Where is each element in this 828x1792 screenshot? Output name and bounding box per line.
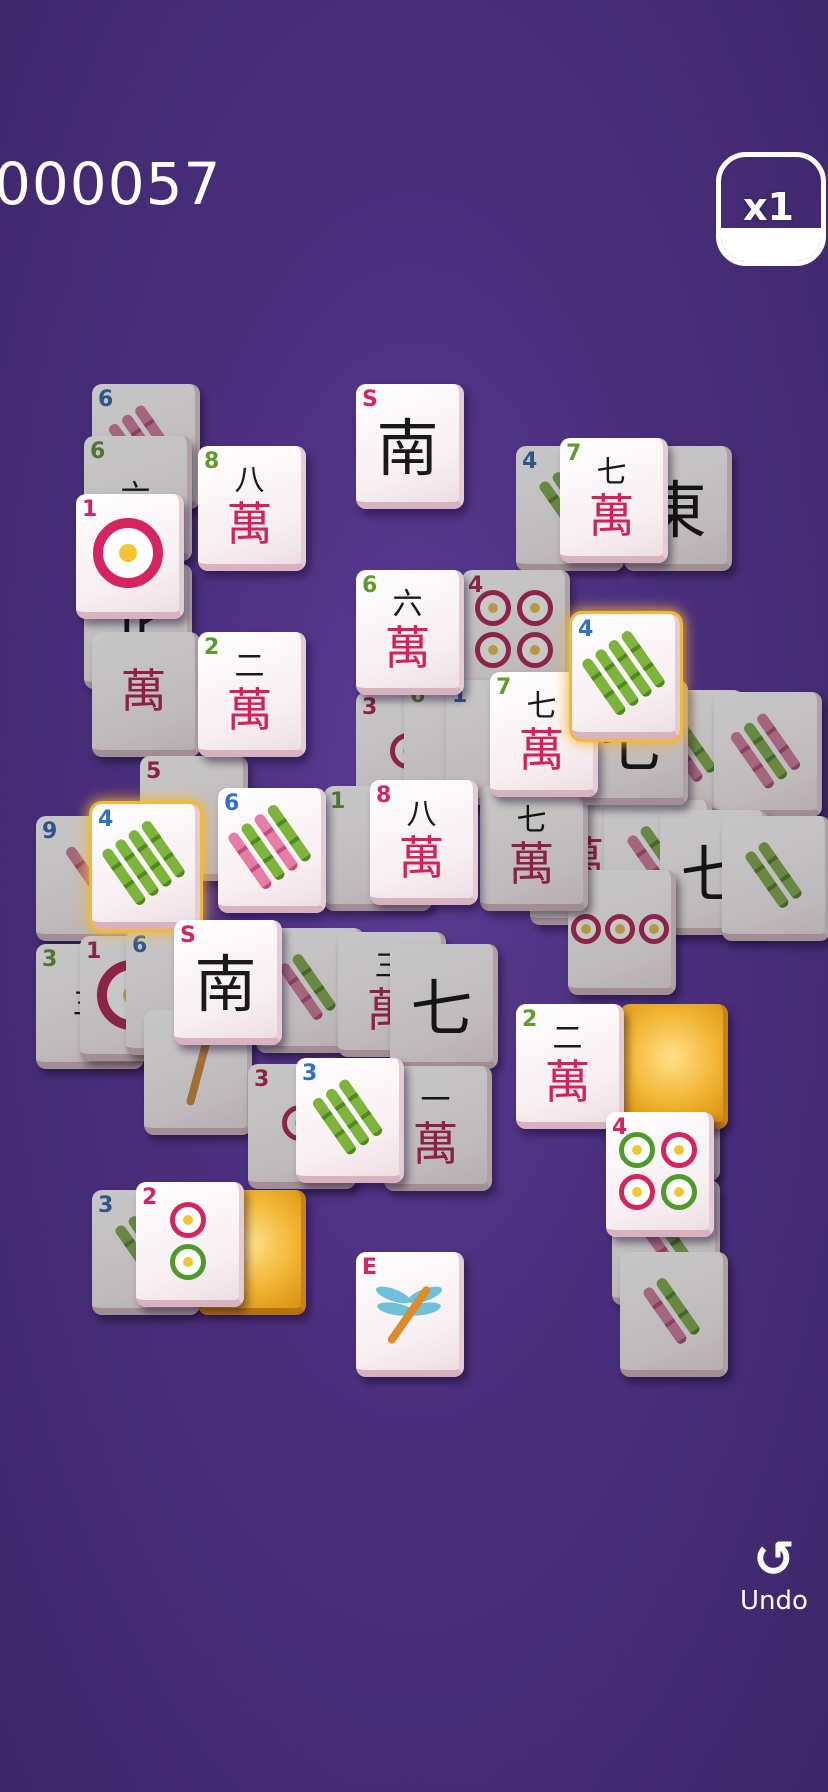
undo-arrow-icon: ↺: [753, 1530, 795, 1588]
mahjong-tile[interactable]: 8 八萬: [370, 780, 478, 905]
tile-character: 六: [392, 587, 423, 622]
undo-button[interactable]: ↺ Undo: [734, 1532, 814, 1622]
mahjong-tile[interactable]: E: [356, 1252, 464, 1377]
tile-character: 二: [552, 1021, 583, 1056]
tile-character: 萬: [226, 683, 273, 737]
mahjong-tile-selected[interactable]: 4: [572, 614, 680, 739]
mahjong-tile[interactable]: [722, 816, 828, 941]
mahjong-tile[interactable]: 2 二萬: [198, 632, 306, 757]
mahjong-tile[interactable]: 萬: [92, 632, 200, 757]
tile-number: 5: [146, 759, 162, 784]
multiplier-badge: x1: [716, 152, 826, 266]
mahjong-tile[interactable]: 6 六萬: [356, 570, 464, 695]
tile-character: 南: [376, 412, 439, 485]
score-counter: 000057: [0, 150, 222, 218]
mahjong-tile[interactable]: 七: [390, 944, 498, 1069]
mahjong-tile[interactable]: 2 3: [296, 1058, 404, 1183]
undo-label: Undo: [740, 1586, 808, 1616]
tile-character: 萬: [518, 723, 565, 777]
tile-character: 七: [596, 455, 627, 490]
tile-character: 八: [234, 463, 265, 498]
mahjong-tile[interactable]: 七萬: [480, 786, 588, 911]
mahjong-tile[interactable]: 7 七萬: [560, 438, 668, 563]
mahjong-tile[interactable]: 2: [136, 1182, 244, 1307]
tile-character: 南: [194, 948, 257, 1021]
multiplier-fill: [721, 227, 821, 261]
mahjong-tile[interactable]: 8 八萬: [198, 446, 306, 571]
tile-number: 1: [330, 789, 346, 814]
dragonfly-icon: [373, 1271, 444, 1351]
multiplier-label: x1: [743, 185, 794, 229]
tile-character: 萬: [588, 489, 635, 543]
mahjong-tile[interactable]: S 南: [174, 920, 282, 1045]
mahjong-tile[interactable]: S 南: [356, 384, 464, 509]
mahjong-tile[interactable]: [620, 1004, 728, 1129]
tile-character: 萬: [226, 497, 273, 551]
tile-character: 萬: [120, 664, 167, 718]
mahjong-tile[interactable]: [620, 1252, 728, 1377]
mahjong-tile[interactable]: 1: [76, 494, 184, 619]
tile-character: 二: [234, 649, 265, 684]
tile-character: 萬: [544, 1055, 591, 1109]
tile-character: 萬: [398, 831, 445, 885]
tile-character: 萬: [384, 621, 431, 675]
mahjong-tile[interactable]: 4: [606, 1112, 714, 1237]
mahjong-tile[interactable]: [714, 692, 822, 817]
mahjong-tile[interactable]: 6: [218, 788, 326, 913]
mahjong-tile[interactable]: 2 二萬: [516, 1004, 624, 1129]
tile-character: 八: [406, 797, 437, 832]
tile-number: 6: [132, 933, 148, 958]
mahjong-tile-selected[interactable]: 4: [92, 804, 200, 929]
tile-character: 七: [526, 689, 557, 724]
